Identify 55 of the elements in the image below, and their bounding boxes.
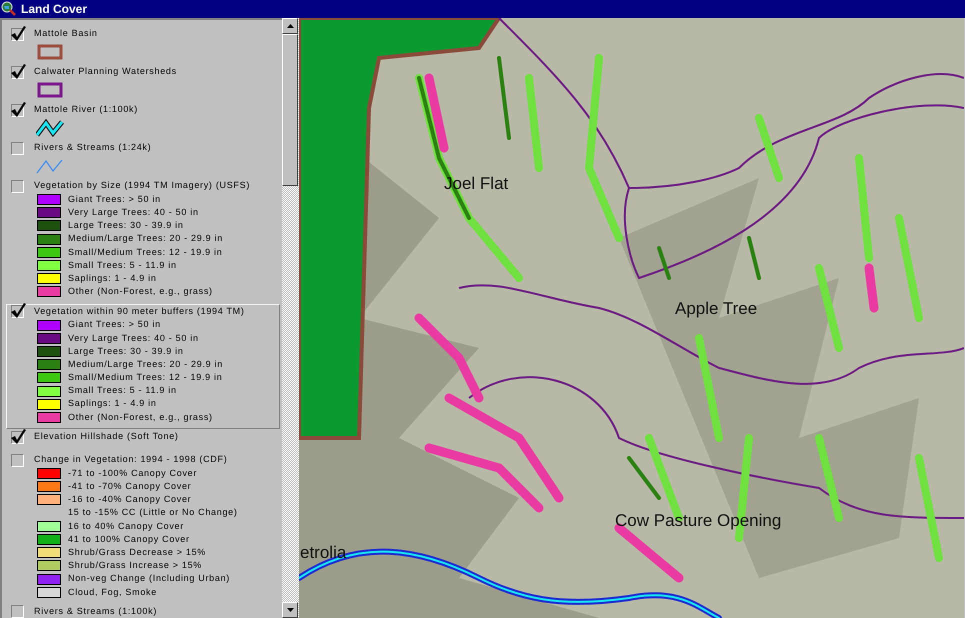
- class-label: 15 to -15% CC (Little or No Change): [68, 506, 238, 520]
- class-label: Very Large Trees: 40 - 50 in: [68, 332, 199, 345]
- class-label: Very Large Trees: 40 - 50 in: [68, 206, 199, 220]
- class-label: Small Trees: 5 - 11.9 in: [68, 258, 177, 272]
- layer-name: Change in Vegetation: 1994 - 1998 (CDF): [34, 453, 228, 466]
- class-label: Cloud, Fog, Smoke: [68, 586, 157, 599]
- scroll-up-button[interactable]: [282, 18, 298, 34]
- scroll-down-button[interactable]: [282, 602, 298, 618]
- scrollbar[interactable]: [282, 18, 299, 618]
- class-label: -41 to -70% Canopy Cover: [68, 480, 192, 494]
- layer-name: Elevation Hillshade (Soft Tone): [34, 430, 179, 444]
- class-label: -71 to -100% Canopy Cover: [68, 466, 198, 480]
- layer-checkbox[interactable]: [11, 430, 24, 444]
- class-label: Other (Non-Forest, e.g., grass): [68, 410, 213, 424]
- layer-name: Mattole River (1:100k): [34, 103, 138, 116]
- class-label: Other (Non-Forest, e.g., grass): [68, 285, 213, 298]
- class-label: Saplings: 1 - 4.9 in: [68, 397, 157, 410]
- class-label: Medium/Large Trees: 20 - 29.9 in: [68, 358, 223, 371]
- selected-layer-entry[interactable]: [6, 304, 280, 429]
- class-label: 16 to 40% Canopy Cover: [68, 520, 184, 533]
- class-label: Small/Medium Trees: 12 - 19.9 in: [68, 246, 222, 259]
- layer-name: Rivers & Streams (1:100k): [34, 605, 158, 618]
- class-label: -16 to -40% Canopy Cover: [68, 493, 192, 506]
- down-arrow-icon: [286, 608, 294, 612]
- layer-checkbox[interactable]: [11, 305, 24, 318]
- layer-name: Vegetation within 90 meter buffers (1994 TM): [34, 304, 245, 318]
- class-label: Small/Medium Trees: 12 - 19.9 in: [68, 371, 222, 384]
- layer-checkbox[interactable]: [11, 454, 24, 466]
- window-title: Land Cover: [20, 1, 88, 18]
- layer-name: Calwater Planning Watersheds: [34, 65, 177, 78]
- map-place-label: Apple Tree: [675, 298, 758, 320]
- class-label: Large Trees: 30 - 39.9 in: [68, 219, 184, 232]
- layer-checkbox[interactable]: [11, 104, 24, 116]
- layer-checkbox[interactable]: [11, 605, 24, 618]
- map-place-label: etrolia: [300, 542, 346, 564]
- class-label: Giant Trees: > 50 in: [68, 192, 161, 206]
- globe-magnifier-icon: [1, 1, 17, 17]
- class-label: Shrub/Grass Decrease > 15%: [68, 546, 206, 559]
- class-label: Medium/Large Trees: 20 - 29.9 in: [68, 232, 223, 246]
- layer-name: Mattole Basin: [34, 27, 98, 40]
- class-label: Small Trees: 5 - 11.9 in: [68, 384, 177, 398]
- layer-checkbox[interactable]: [11, 180, 24, 192]
- layer-checkbox[interactable]: [11, 66, 24, 78]
- layer-name: Rivers & Streams (1:24k): [34, 141, 152, 154]
- class-label: Shrub/Grass Increase > 15%: [68, 559, 202, 572]
- class-label: Non-veg Change (Including Urban): [68, 572, 230, 586]
- layer-checkbox[interactable]: [11, 28, 24, 40]
- layer-name: Vegetation by Size (1994 TM Imagery) (USFS): [34, 179, 250, 192]
- class-label: 41 to 100% Canopy Cover: [68, 532, 190, 546]
- class-label: Giant Trees: > 50 in: [68, 318, 161, 332]
- class-label: Saplings: 1 - 4.9 in: [68, 272, 157, 285]
- up-arrow-icon: [286, 24, 294, 28]
- layer-checkbox[interactable]: [11, 142, 24, 154]
- scroll-thumb[interactable]: [282, 34, 298, 186]
- class-label: Large Trees: 30 - 39.9 in: [68, 344, 184, 358]
